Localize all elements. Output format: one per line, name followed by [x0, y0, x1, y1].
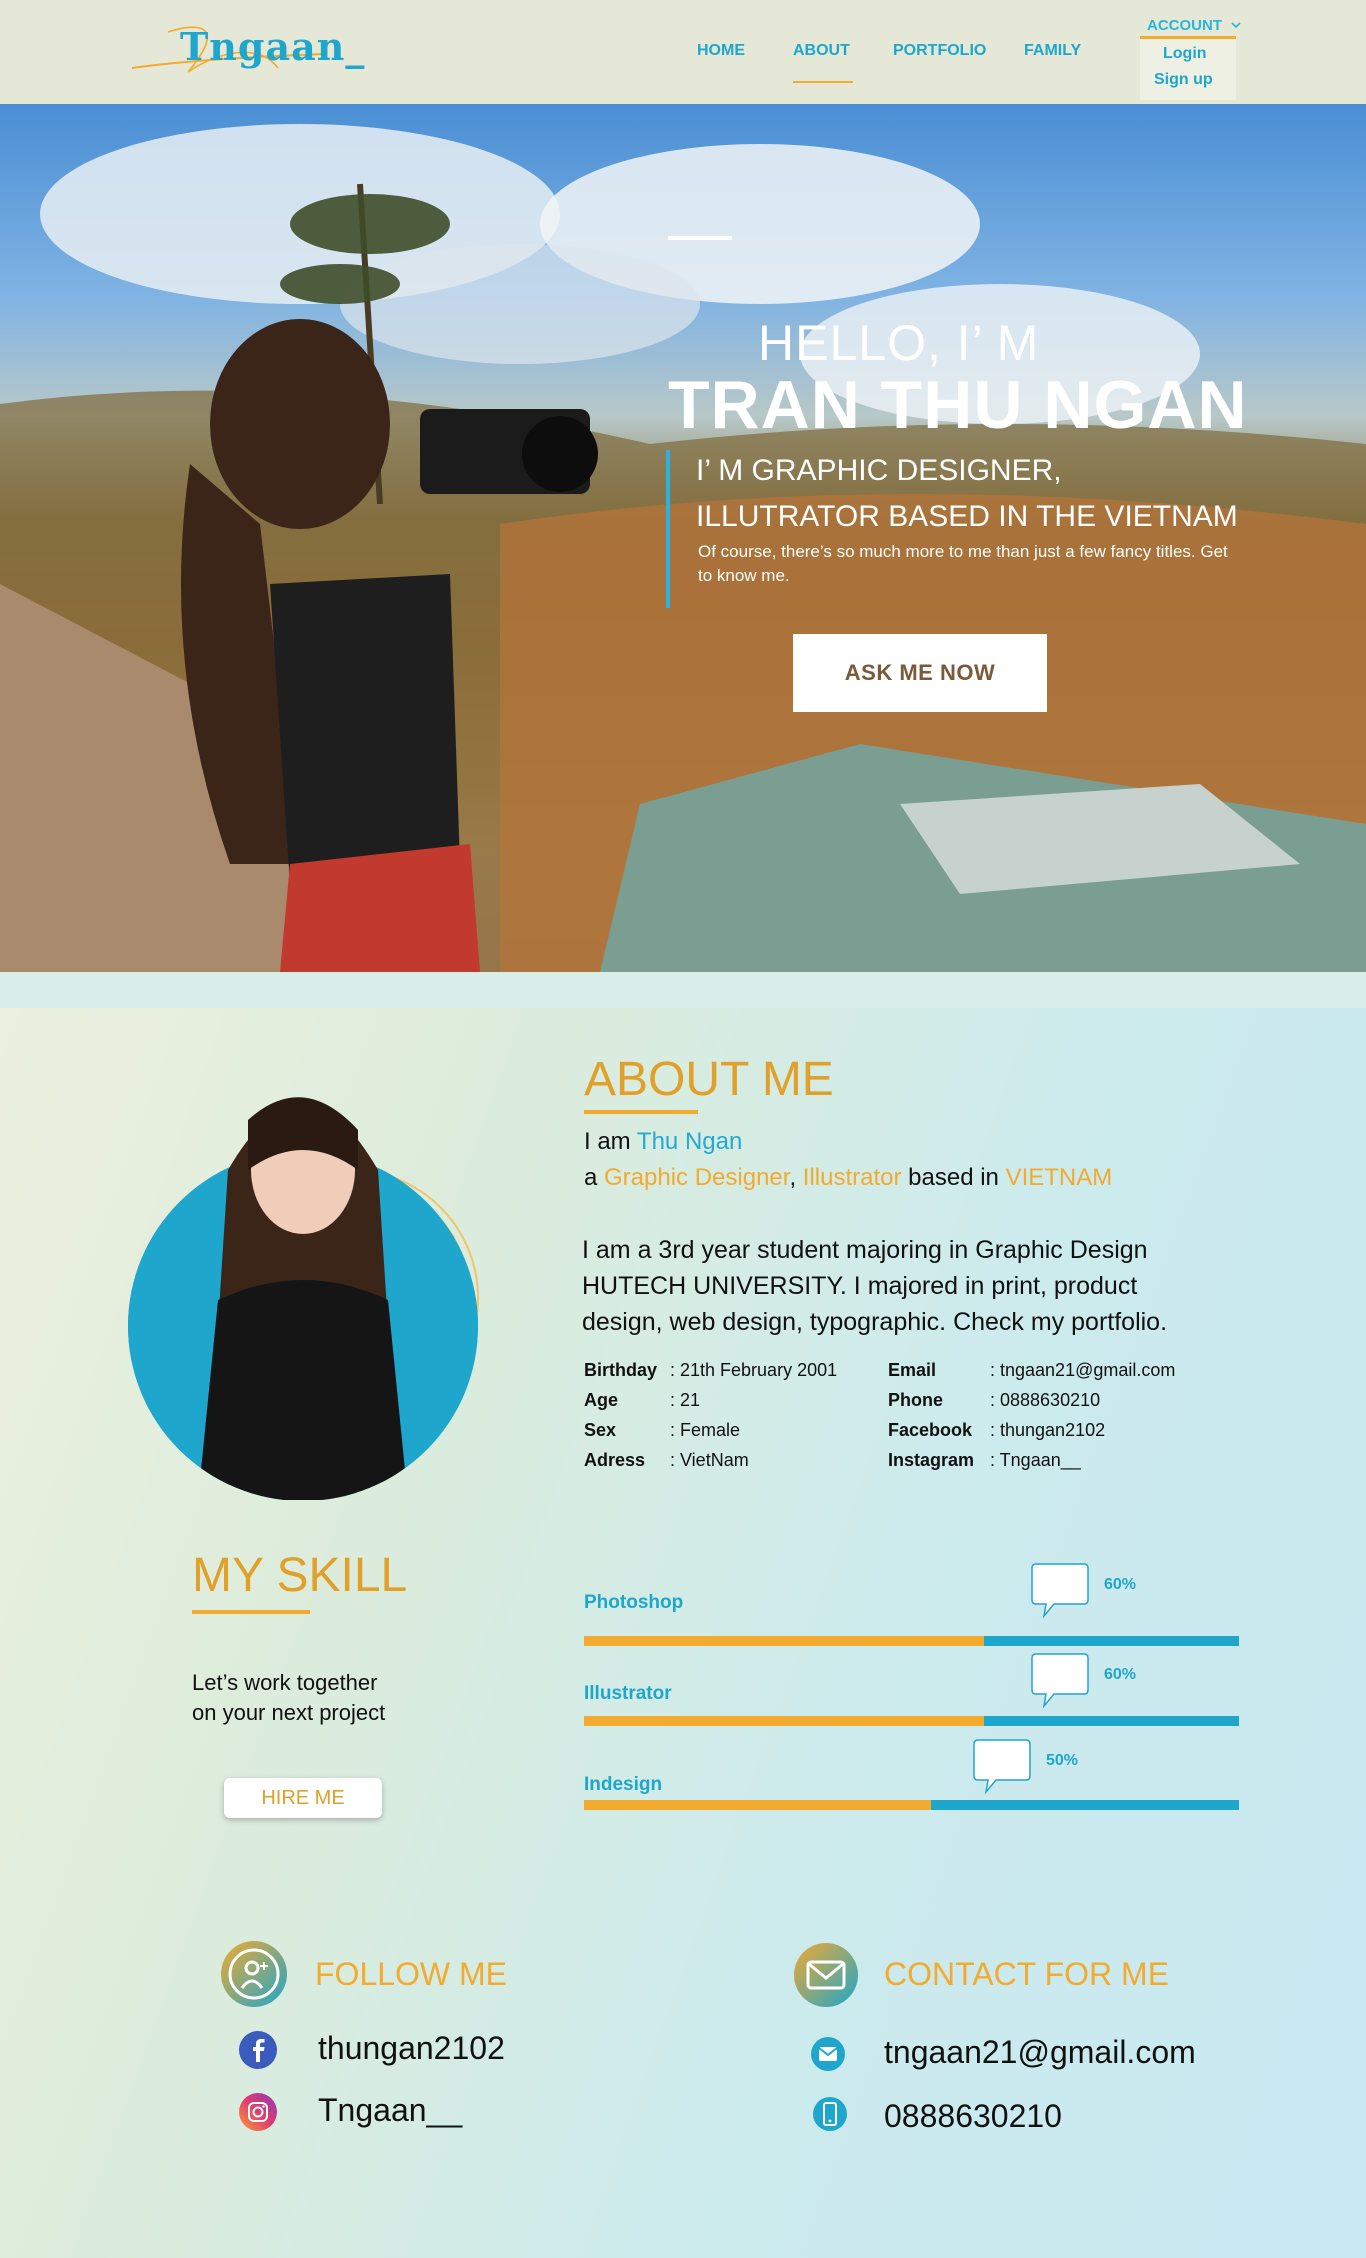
skill-percent: 60% — [1103, 1576, 1137, 1593]
facebook-icon[interactable] — [238, 2030, 278, 2070]
info-value: : VietNam — [670, 1450, 749, 1470]
nav-home[interactable]: HOME — [697, 42, 745, 60]
role-graphic-designer: Graphic Designer — [604, 1164, 790, 1191]
contact-title: CONTACT FOR ME — [884, 1956, 1170, 1992]
info-label: Facebook — [888, 1420, 973, 1440]
nav-family[interactable]: FAMILY — [1024, 42, 1081, 60]
contact-mail-icon — [794, 1943, 858, 2007]
info-label: Phone — [888, 1390, 944, 1410]
skill-blurb-line-1: Let’s work together — [192, 1670, 378, 1695]
about-title: ABOUT ME — [584, 1053, 834, 1106]
info-value: : 21 — [670, 1390, 701, 1410]
skill-title: MY SKILL — [192, 1549, 408, 1602]
role-comma: , — [789, 1164, 803, 1191]
info-label: Age — [584, 1390, 619, 1410]
skill-bar-fill — [584, 1636, 984, 1646]
speech-bubble-icon — [1031, 1653, 1089, 1709]
intro-name: Thu Ngan — [636, 1128, 743, 1155]
site-logo[interactable]: Tngaan_ — [128, 12, 364, 82]
login-link[interactable]: Login — [1163, 45, 1207, 63]
facebook-handle[interactable]: thungan2102 — [318, 2030, 505, 2067]
logo-text: Tngaan_ — [180, 24, 366, 69]
phone-icon[interactable] — [812, 2096, 848, 2132]
info-email: Email : tngaan21@gmail.com — [888, 1360, 1175, 1381]
info-instagram: Instagram : Tngaan__ — [888, 1450, 1081, 1471]
contact-phone[interactable]: 0888630210 — [884, 2098, 1062, 2135]
signup-link[interactable]: Sign up — [1154, 71, 1213, 89]
about-paragraph: I am a 3rd year student majoring in Grap… — [582, 1236, 1168, 1336]
hero-banner — [0, 104, 1366, 972]
info-label: Email — [888, 1360, 937, 1380]
hero-dash — [668, 236, 732, 240]
info-label: Birthday — [584, 1360, 658, 1380]
info-age: Age : 21 — [584, 1390, 700, 1411]
skill-percent: 50% — [1045, 1752, 1079, 1769]
role-country: VIETNAM — [1005, 1164, 1113, 1191]
about-role-line: a Graphic Designer, Illustrator based in… — [584, 1164, 1112, 1192]
skill-blurb: Let’s work together on your next project — [192, 1668, 385, 1728]
intro-prefix: I am — [584, 1128, 637, 1155]
nav-about[interactable]: ABOUT — [793, 42, 850, 60]
skill-percent: 60% — [1103, 1666, 1137, 1683]
account-menu[interactable]: ACCOUNT — [1147, 17, 1222, 34]
info-value: : thungan2102 — [990, 1420, 1106, 1440]
info-value: : 0888630210 — [990, 1390, 1101, 1410]
follow-title: FOLLOW ME — [315, 1956, 508, 1992]
info-label: Adress — [584, 1450, 646, 1470]
skill-bubble-illustrator: 60% — [1030, 1652, 1136, 1714]
info-value: : Tngaan__ — [990, 1450, 1081, 1470]
skill-bar-indesign — [584, 1800, 1239, 1810]
follow-user-icon — [221, 1941, 287, 2007]
profile-portrait — [128, 1097, 479, 1500]
hero-hello: HELLO, I’ M — [758, 315, 1040, 371]
info-sex: Sex : Female — [584, 1420, 740, 1441]
nav-portfolio[interactable]: PORTFOLIO — [893, 42, 986, 60]
role-prefix: a — [584, 1164, 605, 1191]
email-icon[interactable] — [810, 2036, 846, 2072]
chevron-down-icon[interactable] — [1230, 19, 1242, 31]
about-intro-line: I am Thu Ngan — [584, 1128, 742, 1156]
role-based: based in — [901, 1164, 1006, 1191]
info-phone: Phone : 0888630210 — [888, 1390, 1100, 1411]
skill-bubble-photoshop: 60% — [1030, 1562, 1136, 1624]
hero-accent-bar — [666, 450, 670, 608]
skill-bar-fill — [584, 1716, 984, 1726]
skill-bubble-indesign: 50% — [972, 1738, 1078, 1800]
nav-active-underline — [793, 81, 853, 83]
skill-bar-illustrator — [584, 1716, 1239, 1726]
hero-name: TRAN THU NGAN — [668, 367, 1248, 443]
info-value: : 21th February 2001 — [670, 1360, 838, 1380]
info-facebook: Facebook : thungan2102 — [888, 1420, 1105, 1441]
about-title-underline — [584, 1110, 698, 1114]
info-value: : tngaan21@gmail.com — [990, 1360, 1176, 1380]
hero-photo — [0, 124, 1366, 972]
info-label: Sex — [584, 1420, 617, 1440]
info-label: Instagram — [888, 1450, 975, 1470]
skill-label-illustrator: Illustrator — [584, 1683, 672, 1704]
instagram-icon[interactable] — [238, 2092, 278, 2132]
speech-bubble-icon — [1031, 1563, 1089, 1619]
hero-subtitle-2: ILLUTRATOR BASED IN THE VIETNAM — [696, 500, 1238, 533]
hero-subtitle-1: I’ M GRAPHIC DESIGNER, — [696, 454, 1062, 487]
skill-label-indesign: Indesign — [584, 1774, 663, 1795]
skill-bar-photoshop — [584, 1636, 1239, 1646]
hire-me-button[interactable]: HIRE ME — [224, 1778, 382, 1818]
speech-bubble-icon — [973, 1739, 1031, 1795]
info-birthday: Birthday : 21th February 2001 — [584, 1360, 837, 1381]
ask-me-now-button[interactable]: ASK ME NOW — [793, 634, 1047, 712]
hero-description: Of course, there’s so much more to me th… — [698, 542, 1228, 585]
skill-title-underline — [192, 1610, 310, 1614]
role-illustrator: Illustrator — [802, 1164, 902, 1191]
skill-blurb-line-2: on your next project — [192, 1700, 386, 1725]
skill-label-photoshop: Photoshop — [584, 1592, 684, 1613]
info-value: : Female — [670, 1420, 741, 1440]
instagram-handle[interactable]: Tngaan__ — [318, 2092, 462, 2129]
info-adress: Adress : VietNam — [584, 1450, 749, 1471]
contact-email[interactable]: tngaan21@gmail.com — [884, 2034, 1196, 2071]
skill-bar-fill — [584, 1800, 932, 1810]
